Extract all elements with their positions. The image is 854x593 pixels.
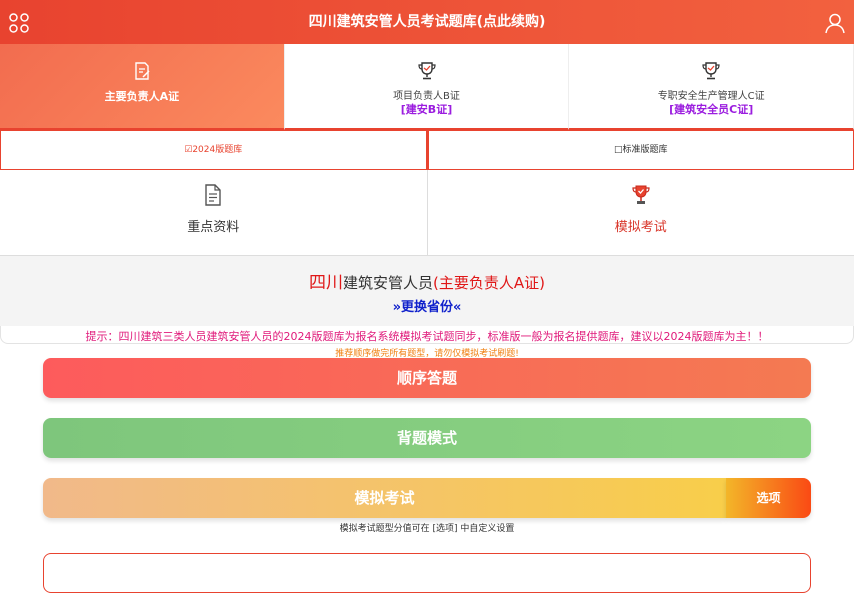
tab-bank-standard[interactable]: □标准版题库 (427, 130, 854, 170)
edit-document-icon (132, 61, 152, 81)
mock-exam-feature-label: 模拟考试 (428, 216, 854, 235)
recite-mode-button[interactable]: 背题模式 (43, 418, 811, 458)
tab-cert-a[interactable]: 主要负责人A证 (0, 44, 285, 130)
user-icon[interactable] (824, 12, 846, 34)
exam-options-button[interactable]: 选项 (726, 478, 811, 518)
app-header: 四川建筑安管人员考试题库(点此续购) (0, 0, 854, 44)
province-name: 四川 (309, 273, 343, 293)
cert-c-label: 专职安全生产管理人C证 (569, 87, 853, 102)
exam-info-panel: 四川建筑安管人员(主要负责人A证) »更换省份« (0, 256, 854, 326)
switch-province-link[interactable]: »更换省份« (0, 296, 854, 315)
app-title[interactable]: 四川建筑安管人员考试题库(点此续购) (0, 0, 854, 44)
key-materials-label: 重点资料 (0, 216, 427, 235)
next-card[interactable] (43, 553, 811, 593)
cert-name: (主要负责人A证) (433, 274, 545, 292)
question-bank-tabs: ☑2024版题库 □标准版题库 (0, 130, 854, 170)
sequential-practice-button[interactable]: 顺序答题 (43, 358, 811, 398)
trophy-icon (417, 61, 437, 81)
cert-a-label: 主要负责人A证 (0, 88, 284, 104)
tab-bank-2024[interactable]: ☑2024版题库 (0, 130, 427, 170)
trophy-icon (701, 61, 721, 81)
exam-heading: 四川建筑安管人员(主要负责人A证) (0, 268, 854, 293)
cert-b-label: 项目负责人B证 (285, 87, 569, 102)
tab-cert-b[interactable]: 项目负责人B证 [建安B证] (285, 44, 570, 130)
feature-row: 重点资料 模拟考试 (0, 170, 854, 256)
notice-text: 提示：四川建筑三类人员建筑安管人员的2024版题库为报名系统模拟考试题同步，标准… (0, 328, 854, 344)
mock-exam-feature-button[interactable]: 模拟考试 (427, 170, 854, 256)
mock-exam-button[interactable]: 模拟考试 (43, 478, 726, 518)
cert-b-tag: [建安B证] (285, 101, 569, 117)
tab-cert-c[interactable]: 专职安全生产管理人C证 [建筑安全员C证] (569, 44, 854, 130)
key-materials-button[interactable]: 重点资料 (0, 170, 427, 256)
org-name: 建筑安管人员 (343, 274, 433, 292)
trophy-icon (631, 184, 651, 206)
cert-c-tag: [建筑安全员C证] (569, 101, 853, 117)
document-icon (203, 184, 223, 206)
exam-settings-note: 模拟考试题型分值可在 [选项] 中自定义设置 (0, 521, 854, 534)
certificate-tabs: 主要负责人A证 项目负责人B证 [建安B证] 专职安全生产管理人C证 [建筑安全… (0, 44, 854, 130)
